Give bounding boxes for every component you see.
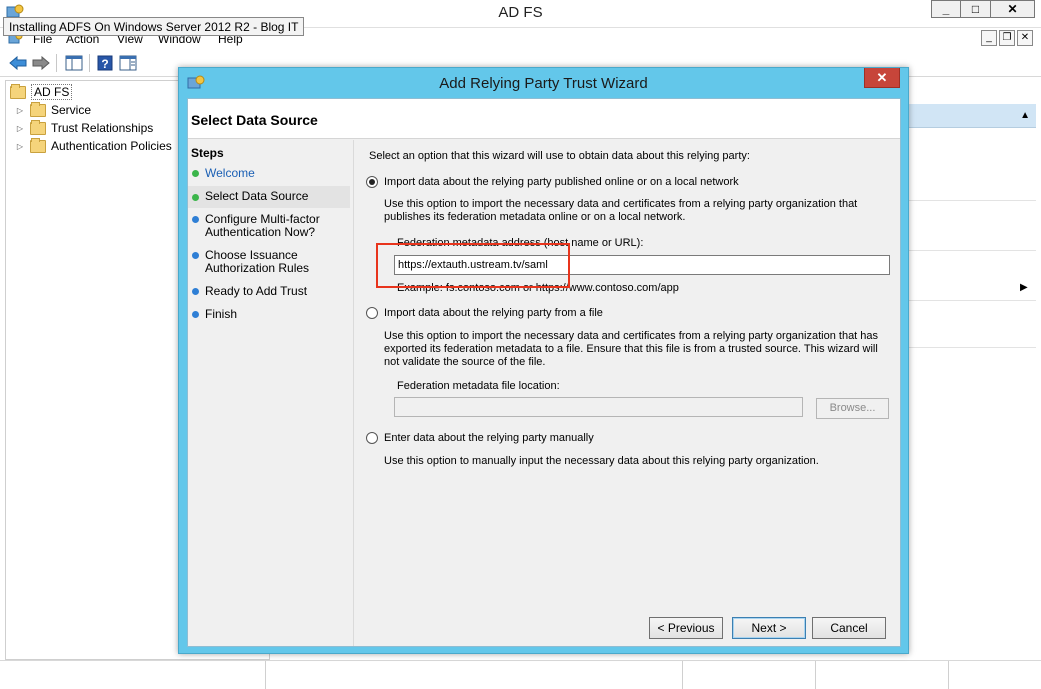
option-manual-description: Use this option to manually input the ne… [384,455,819,467]
toolbar-separator [56,54,57,72]
step-select-data-source: Select Data Source [188,186,350,208]
option-file-radio[interactable]: Import data about the relying party from… [366,307,603,319]
step-pending-dot-icon [192,288,199,295]
status-cell [265,661,266,689]
tree-node-label: Service [51,103,92,117]
toolbar-separator [89,54,90,72]
step-ready-to-add-trust: Ready to Add Trust [188,285,350,299]
mdi-controls: _ ❐ ✕ [979,30,1033,46]
expand-arrow-icon[interactable]: ▷ [14,106,26,115]
browse-button[interactable]: Browse... [816,398,889,419]
step-label: Choose Issuance Authorization Rules [205,248,310,275]
intro-text: Select an option that this wizard will u… [369,150,750,162]
step-complete-dot-icon [192,170,199,177]
step-label: Ready to Add Trust [205,284,308,298]
svg-text:?: ? [101,57,108,71]
folder-icon [10,83,26,99]
steps-panel: Steps Welcome Select Data Source Configu… [188,140,352,646]
wizard-dialog: Add Relying Party Trust Wizard ✕ Select … [178,67,909,654]
mdi-minimize-button[interactable]: _ [981,30,997,46]
close-button[interactable]: ✕ [991,0,1035,18]
status-cell [948,661,949,689]
wizard-titlebar[interactable]: Add Relying Party Trust Wizard ✕ [179,68,908,98]
window-controls: _ □ ✕ [931,0,1035,18]
actions-divider [906,300,1036,301]
tree-node-label: AD FS [31,84,73,100]
step-finish: Finish [188,308,350,322]
cancel-button[interactable]: Cancel [812,617,886,639]
metadata-address-example: Example: fs.contoso.com or https://www.c… [397,282,679,294]
radio-selected-icon[interactable] [366,176,378,188]
tree-node-service[interactable]: ▷ Service [14,101,91,119]
submenu-arrow-icon[interactable]: ▶ [1020,282,1028,293]
option-online-radio[interactable]: Import data about the relying party publ… [366,176,739,188]
maximize-button[interactable]: □ [961,0,991,18]
step-current-dot-icon [192,194,199,201]
wizard-title: Add Relying Party Trust Wizard [439,75,648,92]
tooltip: Installing ADFS On Windows Server 2012 R… [3,17,305,36]
option-label: Import data about the relying party from… [384,307,603,319]
folder-icon [30,101,46,117]
step-label: Configure Multi-factor Authentication No… [205,212,320,239]
minimize-button[interactable]: _ [931,0,961,18]
show-hide-action-pane-icon[interactable] [118,53,138,73]
radio-unselected-icon[interactable] [366,432,378,444]
wizard-body: Select Data Source Steps Welcome Select … [187,98,901,647]
tree-node-label: Authentication Policies [51,139,172,153]
page-title: Select Data Source [191,112,318,128]
metadata-address-label: Federation metadata address (host name o… [397,237,644,249]
wizard-close-button[interactable]: ✕ [864,68,900,88]
collapse-up-arrow-icon[interactable]: ▲ [1020,110,1030,121]
option-manual-radio[interactable]: Enter data about the relying party manua… [366,432,594,444]
step-welcome[interactable]: Welcome [188,167,350,181]
folder-icon [30,137,46,153]
previous-button[interactable]: < Previous [649,617,723,639]
next-button[interactable]: Next > [732,617,806,639]
forward-arrow-icon[interactable] [31,53,51,73]
wizard-content: Select an option that this wizard will u… [353,140,900,646]
option-online-description: Use this option to import the necessary … [384,198,858,223]
status-bar [0,660,1041,689]
actions-divider [906,250,1036,251]
wizard-page-header: Select Data Source [188,99,900,139]
status-cell [682,661,683,689]
show-hide-tree-icon[interactable] [64,53,84,73]
step-pending-dot-icon [192,216,199,223]
option-file-description: Use this option to import the necessary … [384,330,879,368]
actions-divider [906,200,1036,201]
status-cell [815,661,816,689]
expand-arrow-icon[interactable]: ▷ [14,142,26,151]
step-choose-issuance-rules: Choose Issuance Authorization Rules [188,249,350,277]
actions-pane-header[interactable]: ▲ [906,104,1036,128]
option-label: Enter data about the relying party manua… [384,432,594,444]
radio-unselected-icon[interactable] [366,307,378,319]
tree-node-trust-relationships[interactable]: ▷ Trust Relationships [14,119,153,137]
mdi-restore-button[interactable]: ❐ [999,30,1015,46]
step-label: Finish [205,307,238,321]
step-label: Select Data Source [205,189,309,203]
metadata-file-input[interactable] [394,397,803,417]
steps-title: Steps [191,146,224,160]
expand-arrow-icon[interactable]: ▷ [14,124,26,133]
back-arrow-icon[interactable] [8,53,28,73]
actions-divider [906,347,1036,348]
step-label: Welcome [205,166,255,180]
step-pending-dot-icon [192,311,199,318]
tree-node-label: Trust Relationships [51,121,154,135]
folder-icon [30,119,46,135]
help-icon[interactable]: ? [95,53,115,73]
step-pending-dot-icon [192,252,199,259]
tree-node-authentication-policies[interactable]: ▷ Authentication Policies [14,137,172,155]
metadata-file-label: Federation metadata file location: [397,380,560,392]
tree-node-adfs[interactable]: AD FS [10,83,73,101]
option-label: Import data about the relying party publ… [384,176,739,188]
metadata-address-input[interactable]: https://extauth.ustream.tv/saml [394,255,890,275]
mdi-close-button[interactable]: ✕ [1017,30,1033,46]
step-configure-mfa: Configure Multi-factor Authentication No… [188,213,350,241]
